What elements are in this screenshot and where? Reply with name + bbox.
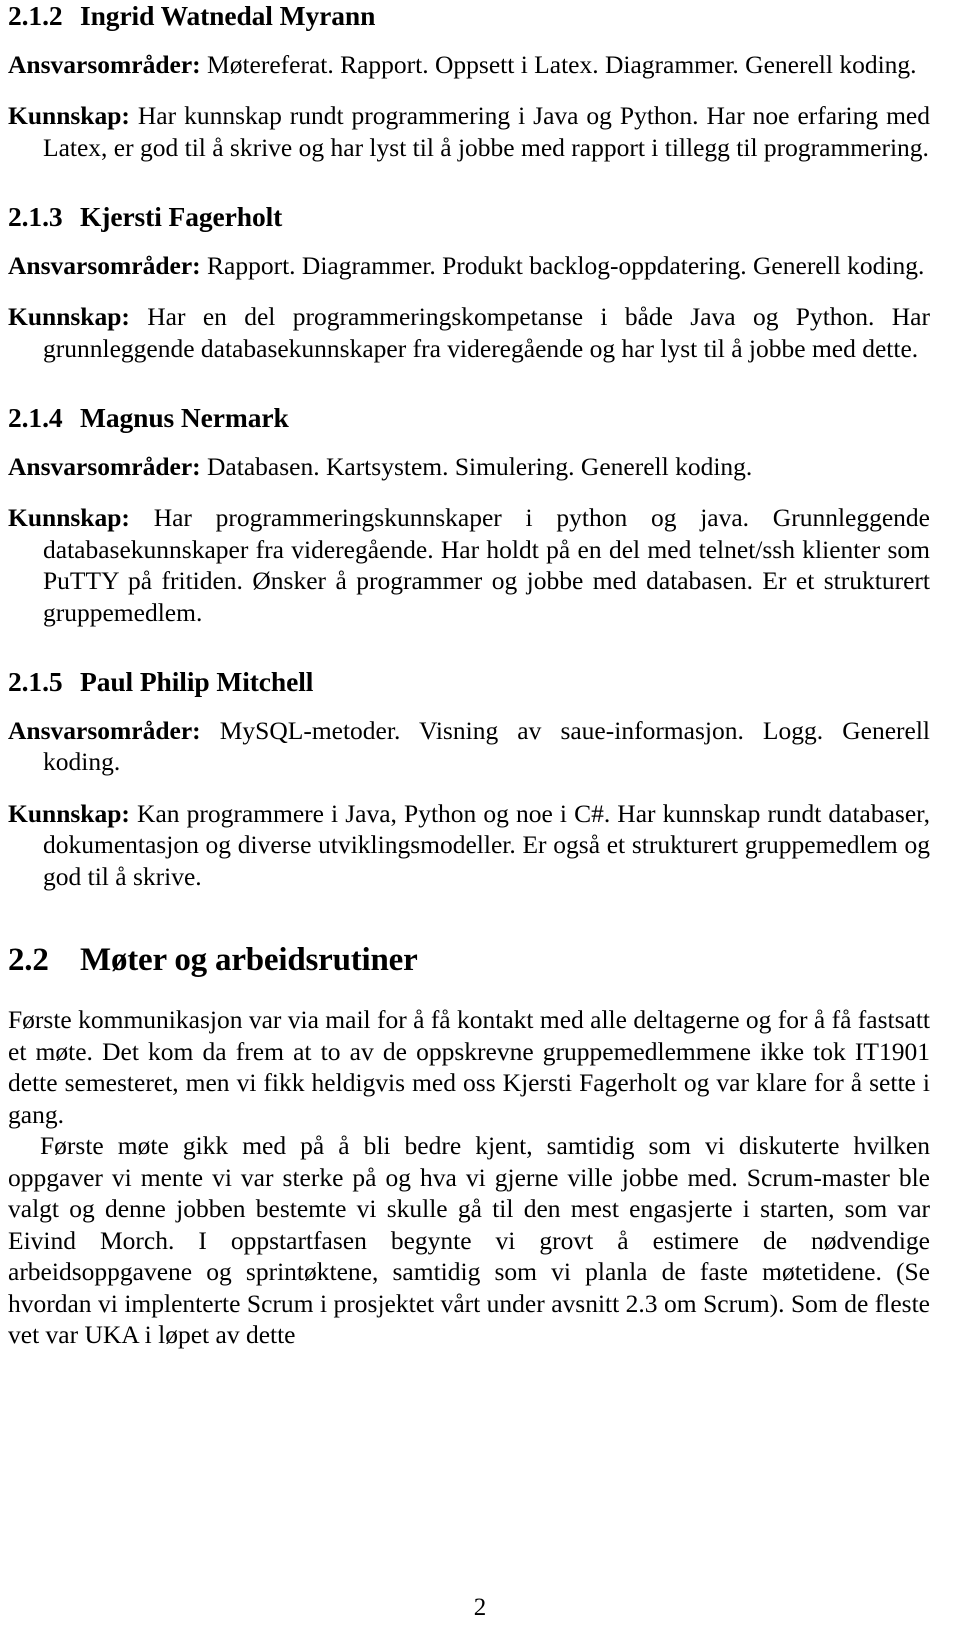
subsection-number: 2.1.5 [8, 666, 63, 698]
body-paragraph: Første kommunikasjon var via mail for å … [8, 1005, 930, 1129]
knowledge-paragraph: Kunnskap: Har kunnskap rundt programmerin… [8, 100, 930, 163]
subsection-heading-2-1-3: 2.1.3 Kjersti Fagerholt [8, 201, 930, 233]
subsection-number: 2.1.2 [8, 0, 63, 31]
subsection-heading-2-1-4: 2.1.4 Magnus Nermark [8, 402, 930, 434]
responsibilities-text: Rapport. Diagrammer. Produkt backlog-opp… [207, 250, 925, 280]
subsection-title: Paul Philip Mitchell [80, 666, 314, 698]
responsibilities-paragraph: Ansvarsområder: Møtereferat. Rapport. Opp… [8, 49, 930, 80]
responsibilities-paragraph: Ansvarsområder: MySQL-metoder. Visning av… [8, 715, 930, 778]
knowledge-label: Kunnskap: [8, 798, 130, 828]
knowledge-text: Har kunnskap rundt programmering i Java … [43, 101, 931, 162]
document-page: 2.1.2 Ingrid Watnedal Myrann Ansvarsområ… [0, 0, 960, 1634]
subsection-number: 2.1.4 [8, 402, 63, 434]
subsection-heading-2-1-5: 2.1.5 Paul Philip Mitchell [8, 666, 930, 698]
knowledge-text: Har en del programmeringskompetanse i bå… [43, 302, 930, 363]
knowledge-text: Har programmeringskunnskaper i python og… [43, 503, 931, 627]
responsibilities-text: Databasen. Kartsystem. Simulering. Gener… [207, 451, 753, 481]
body-paragraph: Første møte gikk med på å bli bedre kjen… [8, 1131, 930, 1350]
knowledge-label: Kunnskap: [8, 503, 130, 533]
knowledge-paragraph: Kunnskap: Har en del programmeringskompet… [8, 301, 930, 364]
subsection-title: Ingrid Watnedal Myrann [80, 0, 376, 31]
section-heading-2-2: 2.2 Møter og arbeidsrutiner [8, 942, 930, 980]
responsibilities-paragraph: Ansvarsområder: Rapport. Diagrammer. Prod… [8, 250, 930, 281]
knowledge-paragraph: Kunnskap: Kan programmere i Java, Python … [8, 798, 930, 892]
responsibilities-label: Ansvarsområder: [8, 49, 201, 79]
responsibilities-label: Ansvarsområder: [8, 451, 201, 481]
responsibilities-text: Møtereferat. Rapport. Oppsett i Latex. D… [207, 49, 917, 79]
subsection-number: 2.1.3 [8, 201, 63, 233]
subsection-heading-2-1-2: 2.1.2 Ingrid Watnedal Myrann [8, 0, 930, 32]
page-number: 2 [473, 1594, 487, 1621]
subsection-title: Kjersti Fagerholt [80, 201, 283, 233]
subsection-title: Magnus Nermark [80, 402, 289, 434]
knowledge-paragraph: Kunnskap: Har programmeringskunnskaper i … [8, 502, 930, 628]
section-title: Møter og arbeidsrutiner [80, 942, 418, 979]
knowledge-label: Kunnskap: [8, 302, 130, 332]
knowledge-label: Kunnskap: [8, 101, 130, 131]
responsibilities-paragraph: Ansvarsområder: Databasen. Kartsystem. Si… [8, 451, 930, 482]
responsibilities-label: Ansvarsområder: [8, 715, 201, 745]
section-number: 2.2 [8, 942, 49, 979]
knowledge-text: Kan programmere i Java, Python og noe i … [43, 798, 931, 891]
responsibilities-label: Ansvarsområder: [8, 250, 201, 280]
